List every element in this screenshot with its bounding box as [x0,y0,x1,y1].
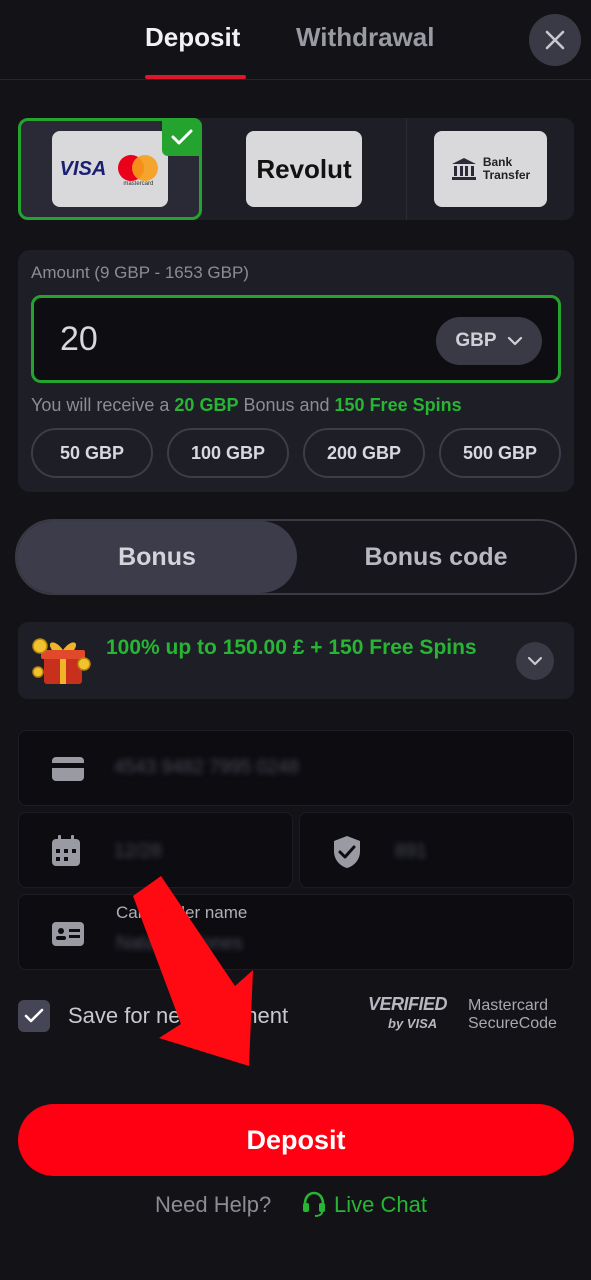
bonus-offer[interactable]: 100% up to 150.00 £ + 150 Free Spins [18,622,574,699]
preset-100[interactable]: 100 GBP [167,428,289,478]
offer-text: 100% up to 150.00 £ + 150 Free Spins [106,636,477,659]
save-checkbox[interactable] [18,1000,50,1032]
cvv-value: 891 [395,841,427,862]
amount-input-box[interactable]: 20 GBP [31,295,561,383]
mastercard-logo: mastercard [116,151,160,187]
cardholder-field[interactable]: Cardholder name Natasha Jones [18,894,574,970]
red-arrow-annotation [133,876,253,1066]
close-icon [545,30,565,50]
card-number-value: 4543 9482 7995 0248 [114,757,299,778]
bonus-info-text: You will receive a 20 GBP Bonus and 150 … [31,395,462,416]
currency-select[interactable]: GBP [436,317,542,365]
active-tab-indicator [145,75,246,79]
selected-check-badge [162,118,202,156]
free-spins-amount: 150 Free Spins [334,395,462,415]
id-card-icon [52,922,84,946]
check-icon [171,129,193,145]
tab-deposit[interactable]: Deposit [145,22,240,53]
check-icon [24,1008,44,1023]
card-number-field[interactable]: 4543 9482 7995 0248 [18,730,574,806]
amount-input[interactable]: 20 [60,320,98,359]
shield-check-icon [334,836,360,868]
close-button[interactable] [529,14,581,66]
preset-500[interactable]: 500 GBP [439,428,561,478]
need-help-text: Need Help? [155,1192,272,1217]
bonus-info-middle: Bonus and [238,395,335,415]
mastercard-securecode-badge: Mastercard SecureCode [468,997,557,1033]
calendar-icon [52,835,80,866]
currency-value: GBP [455,330,497,351]
verified-text: VERIFIED [368,994,448,1014]
verified-by-visa-badge: VERIFIED by VISA [366,992,448,1038]
visa-logo: VISA [59,157,107,180]
deposit-button[interactable]: Deposit [18,1104,574,1176]
toggle-bonus-code[interactable]: Bonus code [297,521,575,593]
payment-methods: VISA mastercard Revolut Bank Transfer [18,118,574,220]
offer-expand-button[interactable] [516,642,554,680]
header: Deposit Withdrawal [0,0,591,80]
chevron-down-icon [507,336,522,346]
amount-presets: 50 GBP 100 GBP 200 GBP 500 GBP [31,428,561,478]
bank-transfer-logo: Bank Transfer [434,131,547,207]
tab-withdrawal[interactable]: Withdrawal [296,22,434,53]
chevron-down-icon [527,656,543,666]
transfer-label: Transfer [482,168,531,182]
bonus-toggle: Bonus Bonus code [15,519,577,595]
cvv-field[interactable]: 891 [299,812,574,888]
method-revolut[interactable]: Revolut [202,118,407,220]
preset-200[interactable]: 200 GBP [303,428,425,478]
method-visa-mastercard[interactable]: VISA mastercard [18,118,202,220]
bonus-info-prefix: You will receive a [31,395,175,415]
credit-card-icon [52,757,84,781]
bank-label: Bank [482,155,513,169]
bonus-amount: 20 GBP [174,395,239,415]
live-chat-link[interactable]: Live Chat [334,1192,427,1218]
expiry-value: 12/28 [114,841,162,862]
preset-50[interactable]: 50 GBP [31,428,153,478]
method-bank-transfer[interactable]: Bank Transfer [407,118,574,220]
toggle-bonus[interactable]: Bonus [17,521,297,593]
visa-mastercard-logo: VISA mastercard [52,131,168,207]
revolut-logo: Revolut [246,131,362,207]
bank-icon [451,158,476,180]
mastercard-text: Mastercard [468,997,549,1014]
gift-coins-icon [32,638,91,684]
amount-label: Amount (9 GBP - 1653 GBP) [31,263,249,282]
by-visa-text: by VISA [388,1016,438,1031]
amount-panel: Amount (9 GBP - 1653 GBP) 20 GBP You wil… [18,250,574,492]
headset-icon[interactable] [302,1190,326,1218]
securecode-text: SecureCode [468,1015,557,1032]
